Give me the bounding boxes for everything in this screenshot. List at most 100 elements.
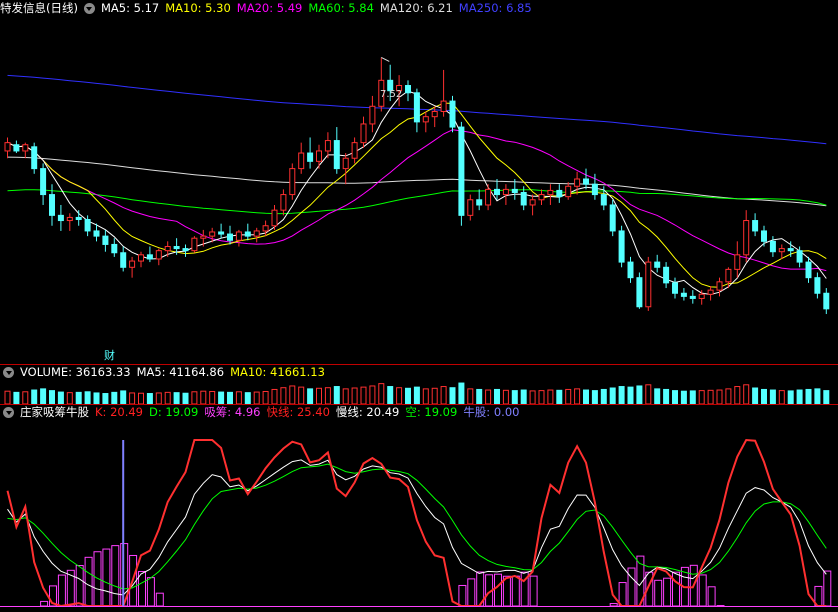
volume-bar-up — [698, 390, 705, 405]
absorb-bar — [102, 548, 111, 607]
absorb-bar — [529, 575, 538, 607]
volume-bar-up — [734, 386, 741, 405]
volume-bar-down — [627, 386, 634, 405]
candle-up — [235, 231, 242, 241]
absorb-bar — [467, 578, 476, 607]
candle-down — [663, 266, 670, 284]
volume-bar-down — [120, 390, 127, 405]
volume-bar-up — [324, 387, 331, 405]
candle-up — [574, 178, 581, 187]
volume-bar-up — [253, 391, 260, 405]
candle-up — [138, 254, 144, 262]
candle-down — [609, 204, 616, 232]
volume-ma10-readout: MA10: 41661.13 — [230, 365, 325, 379]
volume-bar-down — [689, 390, 696, 405]
candle-up — [4, 142, 11, 152]
candle-down — [75, 216, 82, 221]
volume-bar-up — [342, 388, 349, 405]
volume-bar-down — [218, 391, 225, 405]
volume-bar-up — [66, 392, 73, 405]
chevron-down-icon[interactable] — [3, 366, 14, 378]
candle-down — [787, 248, 794, 252]
volume-bar-up — [209, 390, 216, 405]
volume-bar-up — [164, 391, 171, 405]
volume-bar-up — [645, 384, 652, 405]
volume-bar-up — [138, 392, 144, 405]
volume-bar-up — [725, 388, 732, 405]
absorb-bar — [609, 603, 618, 607]
volume-bar-down — [307, 388, 314, 405]
candle-down — [672, 282, 678, 294]
absorb-bar — [627, 567, 636, 607]
absorb-bar — [458, 584, 467, 607]
candle-down — [654, 261, 661, 268]
absorb-bar — [155, 592, 164, 607]
volume-bar-down — [244, 392, 251, 405]
volume-bar-up — [707, 389, 714, 405]
volume-bar-down — [556, 389, 563, 405]
volume-bar-down — [111, 391, 118, 405]
volume-bar-up — [574, 388, 581, 405]
ma120-line — [7, 156, 827, 207]
bull-readout: 牛股: 0.00 — [463, 405, 520, 419]
volume-bar-down — [769, 389, 776, 405]
volume-bar-down — [413, 386, 420, 405]
volume-bar-down — [600, 388, 607, 405]
volume-bar-down — [449, 387, 456, 405]
volume-bar-down — [814, 388, 821, 405]
indicator-chart[interactable] — [0, 420, 838, 612]
candle-up — [280, 194, 287, 211]
candle-up — [360, 123, 367, 144]
candle-up — [209, 231, 216, 237]
candle-down — [680, 292, 687, 297]
candle-up — [298, 152, 305, 170]
k-readout: K: 20.49 — [95, 405, 143, 419]
candle-down — [458, 126, 465, 216]
candle-down — [761, 230, 767, 242]
volume-bar-down — [680, 390, 687, 405]
volume-bar-down — [182, 392, 189, 405]
price-chart[interactable] — [0, 0, 838, 364]
candle-up — [253, 230, 260, 237]
candle-up — [485, 188, 492, 206]
candle-up — [440, 100, 447, 112]
volume-bar-up — [547, 389, 554, 405]
volume-bar-down — [227, 391, 233, 405]
candle-down — [307, 152, 314, 162]
volume-bar-up — [200, 390, 207, 405]
absorb-bar — [618, 582, 627, 607]
volume-bar-up — [538, 390, 545, 405]
candle-up — [66, 216, 73, 222]
candle-up — [778, 248, 785, 253]
candle-down — [494, 188, 500, 196]
candle-down — [752, 220, 759, 232]
candle-down — [57, 214, 64, 222]
volume-bar-down — [761, 388, 767, 405]
absorb-readout: 吸筹: 4.96 — [204, 405, 261, 419]
volume-bar-up — [369, 385, 376, 405]
candle-up — [716, 281, 723, 291]
volume-bar-down — [13, 391, 20, 405]
volume-bar-up — [529, 390, 536, 405]
volume-bar-up — [378, 383, 385, 405]
candle-down — [449, 100, 456, 128]
volume-bar-down — [333, 386, 340, 405]
finance-marker[interactable]: 财 — [104, 347, 115, 363]
volume-bar-up — [440, 386, 447, 405]
volume-bar-up — [778, 390, 785, 405]
volume-bar-down — [31, 389, 38, 405]
candle-down — [583, 178, 589, 185]
volume-bar-down — [583, 389, 589, 405]
volume-bar-up — [502, 389, 509, 405]
volume-bar-up — [422, 388, 429, 405]
volume-bar-up — [467, 388, 474, 405]
volume-bar-up — [4, 390, 11, 405]
candle-up — [725, 268, 732, 283]
volume-bar-down — [494, 388, 500, 405]
volume-bar-down — [672, 390, 678, 405]
volume-bar-down — [146, 393, 153, 405]
volume-bar-down — [102, 393, 109, 405]
ma20-line — [7, 129, 827, 272]
absorb-bar — [84, 556, 93, 607]
chevron-down-icon[interactable] — [3, 406, 14, 418]
